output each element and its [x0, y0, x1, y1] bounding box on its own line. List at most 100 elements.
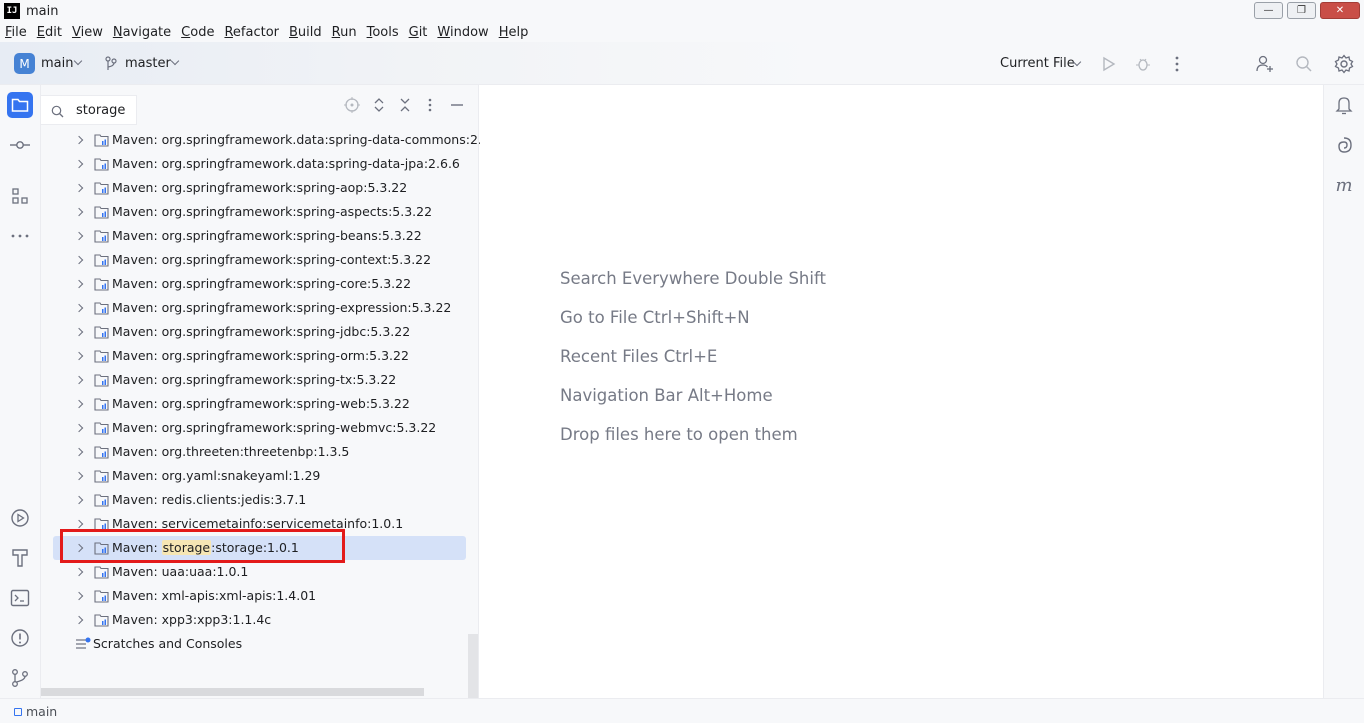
library-icon	[94, 613, 109, 627]
menu-tools[interactable]: Tools	[367, 25, 399, 40]
menu-refactor[interactable]: Refactor	[224, 25, 279, 40]
run-config-selector[interactable]: Current File	[1000, 56, 1075, 71]
minimize-button[interactable]: —	[1254, 2, 1283, 19]
chevron-right-icon[interactable]	[74, 471, 84, 481]
menu-edit[interactable]: Edit	[37, 25, 62, 40]
locate-icon[interactable]	[344, 97, 360, 117]
editor-hint: Drop files here to open them	[560, 425, 798, 444]
notifications-icon[interactable]	[1331, 92, 1357, 118]
tree-row[interactable]: Maven: org.springframework.data:spring-d…	[41, 128, 502, 152]
project-name[interactable]: main	[41, 56, 73, 71]
add-user-icon[interactable]	[1254, 53, 1276, 75]
debug-icon[interactable]	[1132, 53, 1154, 75]
more-icon[interactable]	[1166, 53, 1188, 75]
library-icon	[94, 349, 109, 363]
library-icon	[94, 421, 109, 435]
vertical-scrollbar[interactable]	[468, 634, 478, 698]
chevron-right-icon[interactable]	[74, 159, 84, 169]
tree-row[interactable]: Maven: redis.clients:jedis:3.7.1	[41, 488, 479, 512]
tree-row[interactable]: Maven: org.springframework:spring-contex…	[41, 248, 479, 272]
search-icon[interactable]	[1293, 53, 1315, 75]
chevron-right-icon[interactable]	[74, 447, 84, 457]
settings-icon[interactable]	[1333, 53, 1355, 75]
tree-row[interactable]: Maven: xpp3:xpp3:1.1.4c	[41, 608, 479, 632]
tree-row[interactable]: Maven: org.springframework:spring-aspect…	[41, 200, 479, 224]
restore-button[interactable]: ❐	[1287, 2, 1316, 19]
tree-row-label: Maven: uaa:uaa:1.0.1	[112, 564, 249, 579]
tree-row[interactable]: Maven: org.threeten:threetenbp:1.3.5	[41, 440, 479, 464]
chevron-right-icon[interactable]	[74, 255, 84, 265]
chevron-right-icon[interactable]	[74, 519, 84, 529]
tree-row[interactable]: Maven: org.springframework:spring-tx:5.3…	[41, 368, 479, 392]
tree-row[interactable]: Maven: org.springframework:spring-core:5…	[41, 272, 479, 296]
tree-row[interactable]: Maven: org.springframework:spring-orm:5.…	[41, 344, 479, 368]
tree-speed-search[interactable]: storage	[41, 95, 137, 125]
tree-row[interactable]: Maven: xml-apis:xml-apis:1.4.01	[41, 584, 479, 608]
more-tools-icon[interactable]	[7, 223, 33, 249]
chevron-right-icon[interactable]	[74, 183, 84, 193]
chevron-right-icon[interactable]	[74, 495, 84, 505]
library-icon	[94, 445, 109, 459]
horizontal-scrollbar[interactable]	[41, 688, 424, 696]
structure-icon[interactable]	[7, 183, 33, 209]
problems-icon[interactable]	[7, 625, 33, 651]
chevron-right-icon[interactable]	[74, 591, 84, 601]
git-icon[interactable]	[7, 665, 33, 691]
chevron-right-icon[interactable]	[74, 327, 84, 337]
terminal-icon[interactable]	[7, 585, 33, 611]
chevron-right-icon[interactable]	[74, 207, 84, 217]
chevron-right-icon[interactable]	[74, 375, 84, 385]
branch-name[interactable]: master	[125, 56, 171, 71]
library-icon	[94, 205, 109, 219]
tree-row[interactable]: Maven: org.springframework:spring-webmvc…	[41, 416, 479, 440]
menu-view[interactable]: View	[72, 25, 103, 40]
tree-row[interactable]: Maven: org.springframework:spring-aop:5.…	[41, 176, 479, 200]
maven-icon[interactable]: m	[1331, 172, 1357, 198]
chevron-down-icon[interactable]	[73, 56, 83, 66]
tree-row[interactable]: Maven: org.springframework:spring-expres…	[41, 296, 479, 320]
menu-help[interactable]: Help	[499, 25, 529, 40]
chevron-right-icon[interactable]	[74, 231, 84, 241]
menu-code[interactable]: Code	[181, 25, 214, 40]
library-icon	[94, 565, 109, 579]
tree-row[interactable]: Maven: org.yaml:snakeyaml:1.29	[41, 464, 479, 488]
chevron-right-icon[interactable]	[74, 303, 84, 313]
tree-row[interactable]: Maven: org.springframework:spring-web:5.…	[41, 392, 479, 416]
chevron-right-icon[interactable]	[74, 615, 84, 625]
build-icon[interactable]	[7, 545, 33, 571]
close-button[interactable]: ✕	[1320, 2, 1360, 19]
search-input[interactable]: storage	[76, 103, 125, 118]
chevron-right-icon[interactable]	[74, 279, 84, 289]
run-icon[interactable]	[1098, 53, 1120, 75]
menu-run[interactable]: Run	[332, 25, 357, 40]
project-icon[interactable]	[7, 92, 33, 118]
collapse-all-icon[interactable]	[399, 97, 411, 117]
chevron-right-icon[interactable]	[74, 423, 84, 433]
window-controls: — ❐ ✕	[1254, 2, 1360, 19]
commit-icon[interactable]	[7, 132, 33, 158]
chevron-down-icon[interactable]	[170, 56, 180, 66]
menu-build[interactable]: Build	[289, 25, 322, 40]
scratches-row[interactable]: Scratches and Consoles	[41, 632, 479, 656]
tree-row[interactable]: Maven: org.springframework.data:spring-d…	[41, 152, 479, 176]
menu-navigate[interactable]: Navigate	[113, 25, 171, 40]
tree-row-label: Maven: org.springframework:spring-aspect…	[112, 204, 433, 219]
tree-row-label: Maven: org.springframework:spring-orm:5.…	[112, 348, 409, 363]
menu-git[interactable]: Git	[409, 25, 428, 40]
chevron-right-icon[interactable]	[74, 399, 84, 409]
tree-row[interactable]: Maven: uaa:uaa:1.0.1	[41, 560, 479, 584]
tree-row[interactable]: Maven: org.springframework:spring-beans:…	[41, 224, 479, 248]
chevron-right-icon[interactable]	[74, 567, 84, 577]
ai-assistant-icon[interactable]	[1331, 132, 1357, 158]
project-badge[interactable]: M	[14, 53, 35, 74]
run-tool-icon[interactable]	[7, 505, 33, 531]
status-breadcrumb[interactable]: main	[26, 704, 57, 719]
options-icon[interactable]	[428, 97, 432, 117]
chevron-right-icon[interactable]	[74, 351, 84, 361]
tree-row[interactable]: Maven: org.springframework:spring-jdbc:5…	[41, 320, 479, 344]
menu-file[interactable]: File	[5, 25, 27, 40]
expand-all-icon[interactable]	[373, 97, 385, 117]
hide-panel-icon[interactable]	[450, 97, 464, 117]
chevron-right-icon[interactable]	[74, 135, 84, 145]
menu-window[interactable]: Window	[437, 25, 488, 40]
